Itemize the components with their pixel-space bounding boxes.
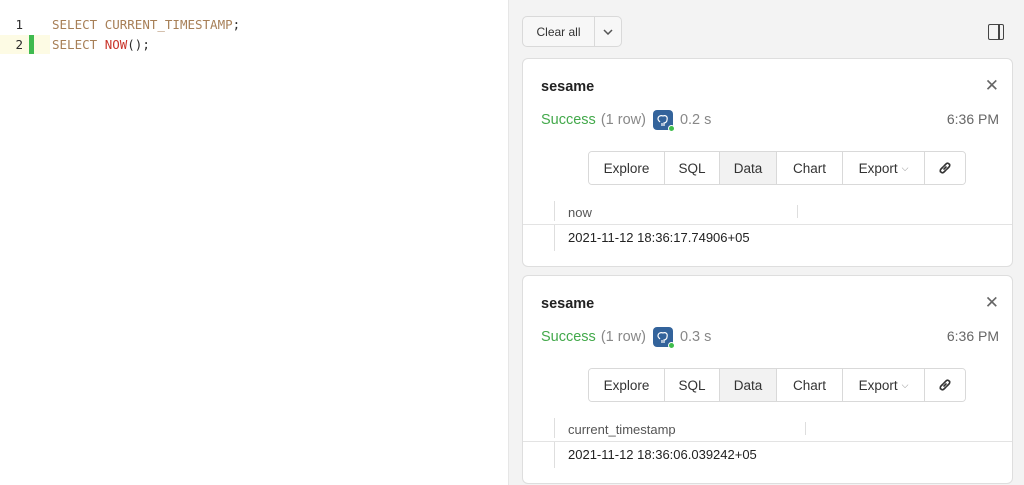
close-icon[interactable]: ✕ bbox=[985, 294, 999, 311]
link-icon bbox=[939, 162, 951, 174]
status-text: Success bbox=[541, 112, 596, 128]
sql-punctuation: (); bbox=[127, 37, 150, 52]
row-count: (1 row) bbox=[600, 329, 646, 345]
tab-chart[interactable]: Chart bbox=[777, 369, 843, 401]
postgres-icon bbox=[652, 327, 675, 349]
connection-name: sesame bbox=[541, 79, 595, 95]
connection-name: sesame bbox=[541, 296, 595, 312]
sql-function: NOW bbox=[104, 37, 128, 52]
tab-link[interactable] bbox=[925, 369, 965, 401]
table-row: 2021-11-12 18:36:06.039242+05 bbox=[523, 442, 1012, 468]
sql-function: CURRENT_TIMESTAMP bbox=[104, 17, 233, 32]
chevron-down-icon: ⌵ bbox=[901, 162, 909, 173]
query-status: Success (1 row) 0.2 s bbox=[541, 110, 712, 132]
sql-editor[interactable]: 1 SELECT CURRENT_TIMESTAMP; 2 SELECT NOW… bbox=[0, 0, 508, 485]
column-divider bbox=[554, 201, 555, 221]
grid-header: current_timestamp bbox=[523, 416, 1012, 442]
sql-keyword: SELECT bbox=[52, 37, 98, 52]
editor-line-active[interactable]: 2 SELECT NOW(); bbox=[0, 35, 508, 54]
editor-line[interactable]: 1 SELECT CURRENT_TIMESTAMP; bbox=[0, 15, 508, 34]
postgres-icon bbox=[652, 110, 675, 132]
column-resize-handle[interactable] bbox=[797, 205, 798, 218]
timestamp: 6:36 PM bbox=[946, 328, 999, 344]
results-pane: Clear all sesame ✕ Success (1 row) 0.2 s… bbox=[508, 0, 1024, 485]
tab-sql[interactable]: SQL bbox=[665, 369, 720, 401]
close-icon[interactable]: ✕ bbox=[985, 77, 999, 94]
code-text[interactable]: SELECT CURRENT_TIMESTAMP; bbox=[52, 15, 240, 34]
sql-punctuation: ; bbox=[232, 17, 241, 32]
tab-data[interactable]: Data bbox=[720, 152, 777, 184]
result-tabs: Explore SQL Data Chart Export ⌵ bbox=[588, 368, 966, 402]
export-label: Export bbox=[858, 377, 898, 393]
column-divider bbox=[554, 442, 555, 468]
line-number: 1 bbox=[15, 17, 23, 32]
data-grid: current_timestamp 2021-11-12 18:36:06.03… bbox=[523, 416, 1012, 468]
tab-link[interactable] bbox=[925, 152, 965, 184]
chevron-down-icon: ⌵ bbox=[901, 379, 909, 390]
query-duration: 0.2 s bbox=[679, 112, 712, 128]
result-card: sesame ✕ Success (1 row) 0.3 s 6:36 PM E… bbox=[522, 275, 1013, 484]
data-grid: now 2021-11-12 18:36:17.74906+05 bbox=[523, 199, 1012, 251]
online-indicator bbox=[667, 342, 675, 349]
panel-toggle-icon[interactable] bbox=[988, 24, 1004, 40]
tab-data[interactable]: Data bbox=[720, 369, 777, 401]
table-cell[interactable]: 2021-11-12 18:36:17.74906+05 bbox=[568, 230, 750, 245]
result-card: sesame ✕ Success (1 row) 0.2 s 6:36 PM E… bbox=[522, 58, 1013, 267]
online-indicator bbox=[667, 125, 675, 132]
table-cell[interactable]: 2021-11-12 18:36:06.039242+05 bbox=[568, 447, 757, 462]
clear-all-button[interactable]: Clear all bbox=[523, 17, 595, 46]
row-count: (1 row) bbox=[600, 112, 646, 128]
tab-chart[interactable]: Chart bbox=[777, 152, 843, 184]
tab-explore[interactable]: Explore bbox=[589, 369, 665, 401]
column-divider bbox=[554, 225, 555, 251]
clear-all-split-button: Clear all bbox=[522, 16, 622, 47]
elephant-icon bbox=[657, 114, 669, 126]
tab-sql[interactable]: SQL bbox=[665, 152, 720, 184]
clear-all-dropdown[interactable] bbox=[595, 17, 621, 46]
grid-header: now bbox=[523, 199, 1012, 225]
column-header[interactable]: now bbox=[568, 205, 592, 220]
table-row: 2021-11-12 18:36:17.74906+05 bbox=[523, 225, 1012, 251]
query-duration: 0.3 s bbox=[679, 329, 712, 345]
query-status: Success (1 row) 0.3 s bbox=[541, 327, 712, 349]
column-header[interactable]: current_timestamp bbox=[568, 422, 676, 437]
chevron-down-icon bbox=[603, 28, 613, 35]
sql-keyword: SELECT bbox=[52, 17, 98, 32]
elephant-icon bbox=[657, 331, 669, 343]
status-text: Success bbox=[541, 329, 596, 345]
result-tabs: Explore SQL Data Chart Export ⌵ bbox=[588, 151, 966, 185]
changed-line-marker bbox=[29, 35, 34, 54]
column-divider bbox=[554, 418, 555, 438]
export-label: Export bbox=[858, 160, 898, 176]
line-number: 2 bbox=[15, 37, 23, 52]
link-icon bbox=[939, 379, 951, 391]
timestamp: 6:36 PM bbox=[946, 111, 999, 127]
column-resize-handle[interactable] bbox=[805, 422, 806, 435]
code-text[interactable]: SELECT NOW(); bbox=[52, 35, 150, 54]
tab-export[interactable]: Export ⌵ bbox=[843, 369, 925, 401]
tab-export[interactable]: Export ⌵ bbox=[843, 152, 925, 184]
tab-explore[interactable]: Explore bbox=[589, 152, 665, 184]
